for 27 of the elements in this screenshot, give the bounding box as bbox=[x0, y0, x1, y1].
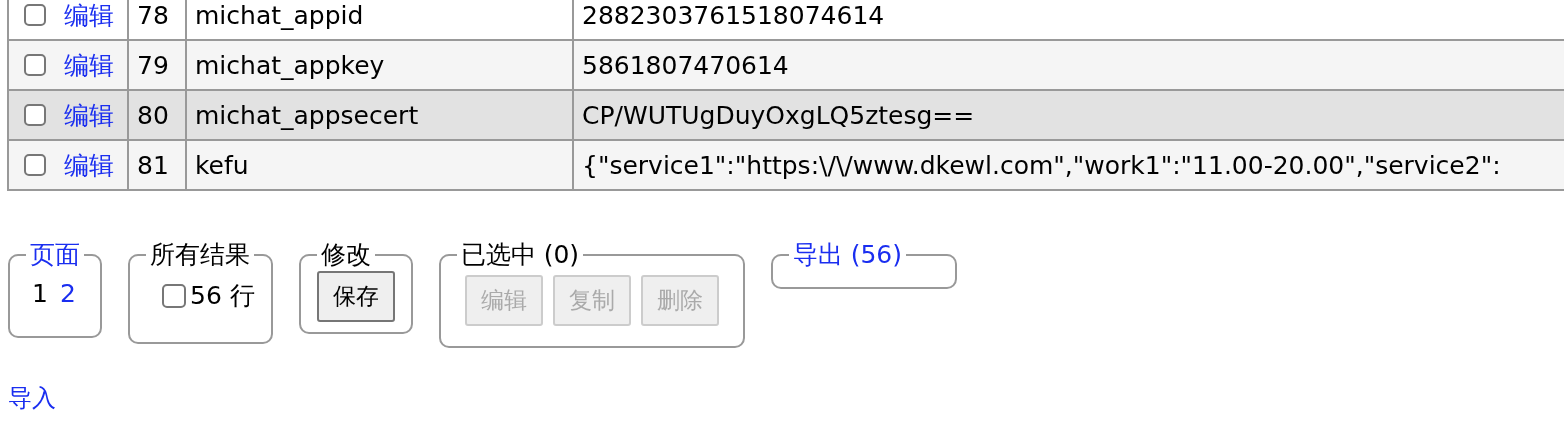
table-cell: 2882303761518074614 bbox=[582, 0, 885, 30]
table-cell: 80 bbox=[137, 100, 169, 130]
page-link[interactable]: 2 bbox=[59, 279, 76, 308]
all-results-checkbox[interactable] bbox=[162, 283, 186, 308]
export-link[interactable]: 导出 (56) bbox=[788, 241, 907, 269]
table-cell: 5861807470614 bbox=[582, 50, 789, 80]
row-checkbox[interactable] bbox=[24, 4, 46, 26]
modify-legend: 修改 bbox=[316, 241, 375, 269]
save-button[interactable]: 保存 bbox=[316, 271, 395, 322]
import-link[interactable]: 导入 bbox=[8, 384, 56, 412]
table-cell: {"service1":"https:\/\/www.dkewl.com","work1":"11.00-20.00","service2": bbox=[582, 150, 1501, 180]
table-cell: michat_appsecert bbox=[195, 100, 419, 130]
row-checkbox[interactable] bbox=[24, 104, 46, 126]
table-cell: CP/WUTUgDuyOxgLQ5ztesg== bbox=[582, 100, 975, 130]
table-cell: michat_appkey bbox=[195, 50, 385, 80]
pages-legend[interactable]: 页面 bbox=[26, 241, 84, 269]
row-count-label: 56 行 bbox=[190, 280, 255, 312]
row-checkbox[interactable] bbox=[24, 54, 46, 76]
row-checkbox[interactable] bbox=[24, 154, 46, 176]
table-cell: michat_appid bbox=[195, 0, 364, 30]
table-cell: 78 bbox=[137, 0, 169, 30]
table-cell: kefu bbox=[195, 150, 249, 180]
selection-legend: 已选中 (0) bbox=[456, 241, 584, 269]
page-link[interactable]: 1 bbox=[32, 279, 48, 308]
table-cell: 81 bbox=[137, 150, 169, 180]
all-results-legend: 所有结果 bbox=[146, 241, 254, 269]
table-cell: 79 bbox=[137, 50, 169, 80]
